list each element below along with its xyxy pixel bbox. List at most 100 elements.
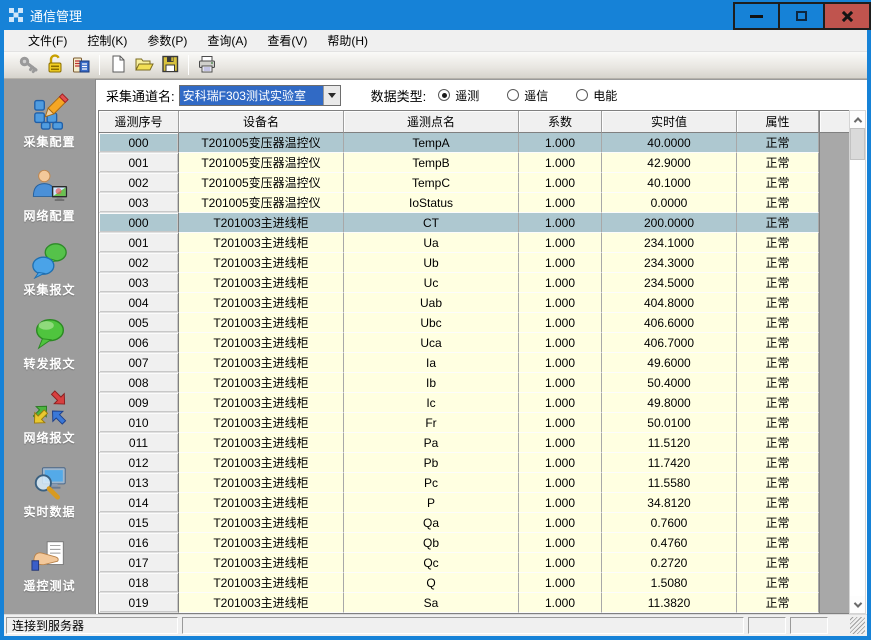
cell-attr: 正常: [737, 593, 819, 613]
sidebar-item-label: 采集配置: [23, 133, 75, 150]
table-row[interactable]: 000T201005变压器温控仪TempA1.00040.0000正常: [99, 133, 819, 153]
sidebar-item-forward-message[interactable]: 转发报文: [7, 315, 93, 371]
table-row[interactable]: 011T201003主进线柜Pa1.00011.5120正常: [99, 433, 819, 453]
table-row[interactable]: 001T201005变压器温控仪TempB1.00042.9000正常: [99, 153, 819, 173]
table-row[interactable]: 002T201005变压器温控仪TempC1.00040.1000正常: [99, 173, 819, 193]
minimize-button[interactable]: [733, 2, 780, 30]
sidebar: 采集配置网络配置采集报文转发报文网络报文实时数据遥控测试: [4, 79, 96, 614]
toolbar-save-button[interactable]: [157, 53, 183, 77]
table-row[interactable]: 002T201003主进线柜Ub1.000234.3000正常: [99, 253, 819, 273]
sidebar-item-label: 遥控测试: [23, 577, 75, 594]
menu-item-file[interactable]: 文件(F): [18, 30, 77, 51]
datatype-radio-group: 遥测 遥信 电能: [438, 87, 645, 104]
cell-seq: 006: [99, 333, 179, 353]
radio-telemetry[interactable]: 遥测: [438, 87, 479, 104]
combo-dropdown-button[interactable]: [323, 86, 340, 105]
cell-coef: 1.000: [519, 233, 602, 253]
lock-icon: [44, 53, 66, 78]
cell-value: 234.5000: [602, 273, 737, 293]
radio-circle-icon: [438, 89, 450, 101]
sidebar-item-realtime-data[interactable]: 实时数据: [7, 463, 93, 519]
cell-value: 49.8000: [602, 393, 737, 413]
radio-energy[interactable]: 电能: [576, 87, 617, 104]
cell-attr: 正常: [737, 313, 819, 333]
table-row[interactable]: 008T201003主进线柜Ib1.00050.4000正常: [99, 373, 819, 393]
toolbar-separator: [188, 55, 189, 75]
cell-point: Fr: [344, 413, 519, 433]
menu-item-help[interactable]: 帮助(H): [317, 30, 378, 51]
radio-telesignal[interactable]: 遥信: [507, 87, 548, 104]
scroll-down-button[interactable]: [850, 596, 865, 613]
table-row[interactable]: 012T201003主进线柜Pb1.00011.7420正常: [99, 453, 819, 473]
table-row[interactable]: 014T201003主进线柜P1.00034.8120正常: [99, 493, 819, 513]
toolbar-lock-button[interactable]: [42, 53, 68, 77]
menu-item-params[interactable]: 参数(P): [137, 30, 197, 51]
column-header-1[interactable]: 设备名: [179, 111, 344, 133]
table-row[interactable]: 007T201003主进线柜Ia1.00049.6000正常: [99, 353, 819, 373]
table-row[interactable]: 017T201003主进线柜Qc1.0000.2720正常: [99, 553, 819, 573]
sidebar-item-collect-config[interactable]: 采集配置: [7, 93, 93, 149]
sidebar-item-remote-test[interactable]: 遥控测试: [7, 537, 93, 593]
cell-point: Ia: [344, 353, 519, 373]
column-header-3[interactable]: 系数: [519, 111, 602, 133]
table-row[interactable]: 019T201003主进线柜Sa1.00011.3820正常: [99, 593, 819, 613]
cell-seq: 007: [99, 353, 179, 373]
menu-item-control[interactable]: 控制(K): [77, 30, 137, 51]
table-row[interactable]: 010T201003主进线柜Fr1.00050.0100正常: [99, 413, 819, 433]
vertical-scrollbar[interactable]: [849, 110, 866, 614]
channel-combobox[interactable]: 安科瑞F303测试实验室: [179, 85, 341, 106]
new-file-icon: [107, 53, 129, 78]
resize-grip[interactable]: [850, 617, 865, 634]
cell-device: T201003主进线柜: [179, 333, 344, 353]
table-row[interactable]: 004T201003主进线柜Uab1.000404.8000正常: [99, 293, 819, 313]
cell-point: Ic: [344, 393, 519, 413]
scroll-thumb[interactable]: [850, 128, 865, 160]
toolbar-new-file-button[interactable]: [105, 53, 131, 77]
scroll-up-button[interactable]: [850, 111, 865, 128]
cell-device: T201003主进线柜: [179, 473, 344, 493]
cell-value: 42.9000: [602, 153, 737, 173]
table-right-filler: [820, 110, 849, 614]
window-controls: [735, 0, 871, 30]
table-row[interactable]: 018T201003主进线柜Q1.0001.5080正常: [99, 573, 819, 593]
column-header-0[interactable]: 遥测序号: [99, 111, 179, 133]
sidebar-item-network-config[interactable]: 网络配置: [7, 167, 93, 223]
menu-item-view[interactable]: 查看(V): [257, 30, 317, 51]
cell-seq: 000: [99, 213, 179, 233]
column-header-2[interactable]: 遥测点名: [344, 111, 519, 133]
close-icon: [841, 10, 854, 23]
column-header-5[interactable]: 属性: [737, 111, 819, 133]
table-row[interactable]: 016T201003主进线柜Qb1.0000.4760正常: [99, 533, 819, 553]
cell-value: 40.1000: [602, 173, 737, 193]
table-row[interactable]: 006T201003主进线柜Uca1.000406.7000正常: [99, 333, 819, 353]
table-row[interactable]: 005T201003主进线柜Ubc1.000406.6000正常: [99, 313, 819, 333]
sidebar-item-network-message[interactable]: 网络报文: [7, 389, 93, 445]
collect-config-icon: [31, 93, 69, 131]
scroll-track[interactable]: [850, 160, 865, 596]
table-row[interactable]: 001T201003主进线柜Ua1.000234.1000正常: [99, 233, 819, 253]
toolbar-key-button[interactable]: [16, 53, 42, 77]
sidebar-item-collect-message[interactable]: 采集报文: [7, 241, 93, 297]
cell-point: Qc: [344, 553, 519, 573]
menu-item-query[interactable]: 查询(A): [197, 30, 257, 51]
table-row[interactable]: 015T201003主进线柜Qa1.0000.7600正常: [99, 513, 819, 533]
cell-seq: 009: [99, 393, 179, 413]
cell-seq: 016: [99, 533, 179, 553]
toolbar-config-button[interactable]: [68, 53, 94, 77]
network-message-icon: [31, 389, 69, 427]
toolbar-open-file-button[interactable]: [131, 53, 157, 77]
close-button[interactable]: [823, 2, 871, 30]
table-row[interactable]: 003T201003主进线柜Uc1.000234.5000正常: [99, 273, 819, 293]
column-header-4[interactable]: 实时值: [602, 111, 737, 133]
status-panel-3: [790, 617, 828, 634]
table-row[interactable]: 013T201003主进线柜Pc1.00011.5580正常: [99, 473, 819, 493]
table-row[interactable]: 000T201003主进线柜CT1.000200.0000正常: [99, 213, 819, 233]
table-row[interactable]: 009T201003主进线柜Ic1.00049.8000正常: [99, 393, 819, 413]
cell-coef: 1.000: [519, 533, 602, 553]
toolbar-print-button[interactable]: [194, 53, 220, 77]
maximize-button[interactable]: [778, 2, 825, 30]
cell-coef: 1.000: [519, 253, 602, 273]
table-row[interactable]: 003T201005变压器温控仪IoStatus1.0000.0000正常: [99, 193, 819, 213]
cell-seq: 018: [99, 573, 179, 593]
cell-value: 50.0100: [602, 413, 737, 433]
